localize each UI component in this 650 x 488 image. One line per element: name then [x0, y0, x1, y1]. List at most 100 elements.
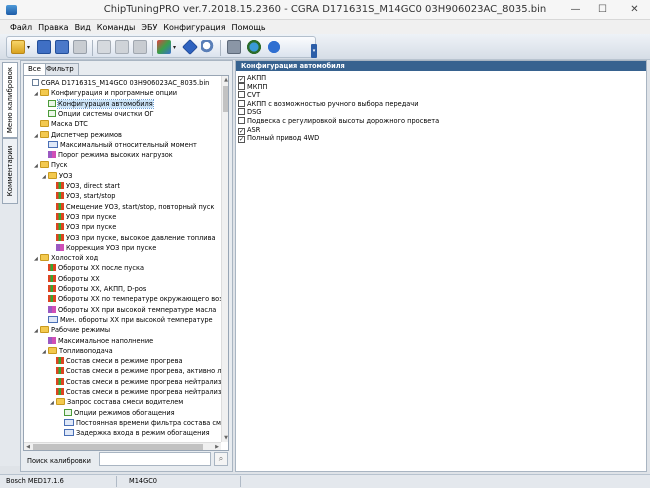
option-checkbox[interactable]: [238, 99, 245, 107]
tree-item-label: Пуск: [51, 161, 68, 170]
config-option[interactable]: Подвеска с регулировкой высоты дорожного…: [238, 117, 439, 125]
maximize-button[interactable]: ☐: [589, 0, 616, 19]
tree-item[interactable]: Обороты ХХ, АКПП, D-pos: [42, 285, 146, 294]
menu-ecu[interactable]: ЭБУ: [141, 23, 157, 32]
tree-item[interactable]: ◢ Диспетчер режимов: [34, 130, 122, 140]
tree-item[interactable]: ◢ Топливоподача: [42, 346, 113, 356]
tree-item-label: Максимальный относительный момент: [60, 140, 197, 149]
tree-item[interactable]: Максимальное наполнение: [42, 336, 154, 346]
value-icon: [64, 418, 74, 426]
tree-item[interactable]: УОЗ, direct start: [50, 182, 120, 191]
tools-icon[interactable]: [227, 40, 241, 54]
scroll-hthumb[interactable]: [33, 444, 203, 450]
config-option[interactable]: DSG: [238, 108, 261, 116]
print-icon[interactable]: [73, 40, 87, 54]
tree-item[interactable]: ◢ Конфигурация и програмные опции: [34, 89, 177, 98]
tree-item[interactable]: Обороты ХХ после пуска: [42, 264, 144, 273]
tab-calibration-menu[interactable]: Меню калибровок: [2, 62, 18, 138]
tree-item[interactable]: Состав смеси в режиме прогрева: [50, 357, 183, 366]
tree-item[interactable]: Обороты ХХ по температуре окружающего во…: [42, 295, 227, 304]
close-button[interactable]: ✕: [619, 0, 650, 19]
tree-item[interactable]: Обороты ХХ: [42, 274, 100, 284]
config-option[interactable]: ✓ АКПП: [238, 74, 266, 83]
tree-item[interactable]: Состав смеси в режиме прогрева нейтрализ…: [50, 377, 229, 387]
tree-item[interactable]: Опции режимов обогащения: [58, 408, 175, 418]
tree-item[interactable]: Конфигурация автомобиля: [42, 98, 154, 109]
tree-item[interactable]: Мин. обороты ХХ при высокой температуре: [42, 315, 213, 325]
tab-comments[interactable]: Комментарии: [2, 138, 18, 204]
search-button[interactable]: ⌕: [214, 452, 228, 466]
tree-item[interactable]: Состав смеси в режиме прогрева нейтрализ…: [50, 388, 228, 397]
undo-icon[interactable]: [133, 40, 147, 54]
tree-vertical-scrollbar[interactable]: ▲ ▼: [221, 76, 228, 442]
option-checkbox[interactable]: [238, 108, 245, 116]
tree-item[interactable]: ◢ Пуск: [34, 161, 67, 170]
menu-file[interactable]: Файл: [10, 23, 32, 32]
config-option[interactable]: ✓ ASR: [238, 126, 260, 135]
help-icon[interactable]: [267, 40, 281, 54]
option-checkbox[interactable]: [238, 117, 245, 124]
save-icon[interactable]: [37, 40, 51, 54]
tree-item-label: Состав смеси в режиме прогрева нейтрализ…: [66, 377, 229, 386]
toolbar-overflow-button[interactable]: ▾: [311, 44, 317, 58]
checksum-dropdown-caret[interactable]: ▾: [173, 44, 176, 51]
tree-item[interactable]: ◢ Рабочие режимы: [34, 326, 110, 335]
tree-item[interactable]: Состав смеси в режиме прогрева, активно …: [50, 367, 228, 376]
checksum-icon[interactable]: [157, 40, 171, 54]
tree-item[interactable]: ◢ Холостой ход: [34, 254, 98, 263]
open-dropdown-caret[interactable]: ▾: [27, 44, 30, 51]
tab-filter[interactable]: Фильтр: [41, 63, 79, 75]
open-folder-icon[interactable]: [11, 40, 25, 54]
network-icon[interactable]: [247, 40, 261, 54]
config-option[interactable]: АКПП с возможностью ручного выбора перед…: [238, 99, 418, 108]
minimize-button[interactable]: —: [562, 0, 589, 19]
menu-view[interactable]: Вид: [75, 23, 91, 32]
option-label: МКПП: [247, 82, 268, 91]
tree-item-label: УОЗ, direct start: [66, 182, 120, 190]
option-checkbox[interactable]: ✓: [238, 136, 245, 144]
menu-configuration[interactable]: Конфигурация: [163, 23, 225, 32]
menu-edit[interactable]: Правка: [38, 23, 68, 32]
tree-item-label: Максимальное наполнение: [58, 336, 154, 345]
tree-item[interactable]: ◢ Запрос состава смеси водителем: [50, 398, 183, 407]
paste-icon[interactable]: [115, 40, 129, 54]
configuration-header: Конфигурация автомобиля: [236, 61, 646, 71]
scroll-right-arrow[interactable]: ▶: [213, 443, 221, 450]
copy-icon[interactable]: [97, 40, 111, 54]
option-checkbox[interactable]: [238, 91, 245, 99]
option-checkbox[interactable]: [238, 82, 245, 90]
tree-item[interactable]: УОЗ при пуске: [50, 223, 116, 232]
tree-item[interactable]: CGRA D171631S_M14GC0 03H906023AC_8035.bi…: [26, 79, 209, 88]
tree-item[interactable]: УОЗ, start/stop: [50, 192, 115, 201]
tree-horizontal-scrollbar[interactable]: ◀ ▶: [24, 442, 221, 450]
tab-all[interactable]: Все: [23, 63, 46, 75]
config-option[interactable]: ✓ Полный привод 4WD: [238, 134, 319, 144]
tree-item[interactable]: Коррекция УОЗ при пуске: [50, 243, 156, 253]
tree-item[interactable]: УОЗ при пуске, высокое давление топлива: [50, 233, 216, 243]
scroll-left-arrow[interactable]: ◀: [24, 443, 32, 450]
toolbar: ▾ ▾ ▾: [0, 34, 650, 60]
tree-item[interactable]: Задержка входа в режим обогащения: [58, 429, 210, 438]
menu-help[interactable]: Помощь: [232, 23, 266, 32]
calibration-tree: CGRA D171631S_M14GC0 03H906023AC_8035.bi…: [23, 75, 229, 451]
scroll-thumb[interactable]: [223, 86, 228, 112]
save-as-icon[interactable]: [55, 40, 69, 54]
config-option[interactable]: МКПП: [238, 82, 268, 91]
tree-item[interactable]: Опции системы очистки ОГ: [42, 109, 154, 119]
tree-item[interactable]: УОЗ при пуске: [50, 212, 116, 222]
window-title: ChipTuningPRO ver.7.2018.15.2360 - CGRA …: [103, 4, 547, 15]
menu-commands[interactable]: Команды: [97, 23, 136, 32]
tree-item[interactable]: Смещение УОЗ, start/stop, повторный пуск: [50, 202, 214, 212]
go-icon[interactable]: [182, 39, 198, 55]
search-zoom-icon[interactable]: [201, 40, 215, 54]
tree-item[interactable]: Максимальный относительный момент: [42, 140, 197, 150]
tree-item[interactable]: Маска DTC: [34, 120, 88, 129]
scroll-up-arrow[interactable]: ▲: [222, 76, 228, 84]
tree-item[interactable]: Порог режима высоких нагрузок: [42, 151, 173, 160]
tree-item[interactable]: Обороты ХХ при высокой температуре масла: [42, 305, 216, 315]
search-input[interactable]: [99, 452, 211, 466]
tree-item[interactable]: ◢ УОЗ: [42, 171, 72, 181]
config-option[interactable]: CVT: [238, 91, 260, 99]
scroll-down-arrow[interactable]: ▼: [222, 434, 228, 442]
tree-item[interactable]: Постоянная времени фильтра состава смеси: [58, 418, 228, 428]
